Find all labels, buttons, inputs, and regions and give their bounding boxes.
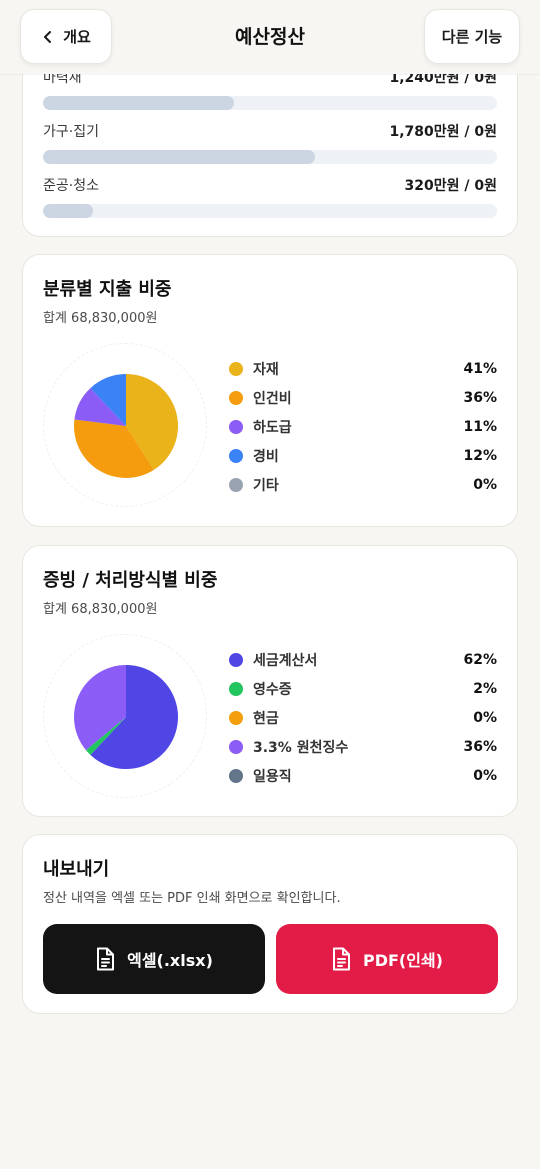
legend-label: 세금계산서	[253, 652, 318, 669]
legend-label: 3.3% 원천징수	[253, 739, 349, 756]
pie-chart	[43, 634, 207, 798]
legend-color-dot	[229, 710, 243, 725]
category-share-card: 분류별 지출 비중 합계 68,830,000원 자재 41% 인건비 36% 하도급 1…	[22, 254, 518, 527]
export-xlsx-button[interactable]: 엑셀(.xlsx)	[43, 924, 265, 994]
total-amount: 합계 68,830,000원	[43, 602, 158, 617]
legend-item: 인건비 36%	[229, 383, 497, 412]
budget-item-value: 320만원 / 0원	[404, 178, 497, 194]
budget-row: 준공·청소 320만원 / 0원	[43, 175, 497, 218]
legend-percent: 11%	[463, 418, 497, 435]
legend-color-dot	[229, 768, 243, 783]
legend-label: 기타	[253, 477, 279, 494]
budget-item-name: 가구·집기	[43, 124, 99, 140]
pie-chart	[43, 343, 207, 507]
legend-color-dot	[229, 419, 243, 434]
export-xlsx-label: 엑셀(.xlsx)	[127, 951, 213, 970]
legend-color-dot	[229, 652, 243, 667]
card-title: 내보내기	[43, 859, 110, 880]
pie-chart-svg	[74, 665, 178, 769]
legend-percent: 0%	[473, 709, 497, 726]
pie-legend: 세금계산서 62% 영수증 2% 현금 0% 3.3% 원천징수 36% 일용직 0%	[229, 645, 497, 790]
legend-color-dot	[229, 739, 243, 754]
legend-color-dot	[229, 390, 243, 405]
legend-item: 세금계산서 62%	[229, 645, 497, 674]
export-pdf-button[interactable]: PDF(인쇄)	[276, 924, 498, 994]
budget-row: 가구·집기 1,780만원 / 0원	[43, 121, 497, 164]
budget-progress-fill	[43, 96, 234, 110]
total-amount: 합계 68,830,000원	[43, 311, 158, 326]
legend-item: 기타 0%	[229, 470, 497, 499]
export-card: 내보내기 정산 내역을 엑셀 또는 PDF 인쇄 화면으로 확인합니다. 엑셀(…	[22, 834, 518, 1014]
export-description: 정산 내역을 엑셀 또는 PDF 인쇄 화면으로 확인합니다.	[43, 891, 341, 906]
legend-percent: 0%	[473, 476, 497, 493]
legend-item: 경비 12%	[229, 441, 497, 470]
legend-item: 하도급 11%	[229, 412, 497, 441]
legend-label: 하도급	[253, 419, 292, 436]
legend-color-dot	[229, 477, 243, 492]
legend-percent: 2%	[473, 680, 497, 697]
budget-progress-track	[43, 204, 497, 218]
legend-percent: 36%	[463, 738, 497, 755]
document-icon	[332, 947, 350, 971]
legend-percent: 62%	[463, 651, 497, 668]
legend-item: 자재 41%	[229, 354, 497, 383]
legend-item: 영수증 2%	[229, 674, 497, 703]
export-pdf-label: PDF(인쇄)	[362, 951, 443, 970]
pie-chart-svg	[74, 374, 178, 478]
legend-label: 현금	[253, 710, 279, 727]
top-bar: 개요 예산정산 다른 기능	[0, 0, 540, 74]
budget-progress-fill	[43, 204, 93, 218]
legend-color-dot	[229, 448, 243, 463]
legend-percent: 0%	[473, 767, 497, 784]
more-features-button[interactable]: 다른 기능	[424, 9, 520, 64]
pie-legend: 자재 41% 인건비 36% 하도급 11% 경비 12% 기타 0%	[229, 354, 497, 499]
legend-percent: 36%	[463, 389, 497, 406]
card-title: 분류별 지출 비중	[43, 279, 172, 300]
legend-label: 일용직	[253, 768, 292, 785]
legend-percent: 12%	[463, 447, 497, 464]
budget-progress-track	[43, 150, 497, 164]
card-title: 증빙 / 처리방식별 비중	[43, 570, 218, 591]
legend-label: 인건비	[253, 390, 292, 407]
legend-color-dot	[229, 681, 243, 696]
budget-progress-track	[43, 96, 497, 110]
budget-item-name: 준공·청소	[43, 178, 99, 194]
document-icon	[97, 947, 115, 971]
budget-item-value: 1,780만원 / 0원	[389, 124, 497, 140]
method-share-card: 증빙 / 처리방식별 비중 합계 68,830,000원 세금계산서 62% 영수증…	[22, 545, 518, 817]
legend-item: 일용직 0%	[229, 761, 497, 790]
legend-item: 현금 0%	[229, 703, 497, 732]
budget-progress-fill	[43, 150, 316, 164]
legend-percent: 41%	[463, 360, 497, 377]
legend-label: 경비	[253, 448, 279, 465]
legend-color-dot	[229, 361, 243, 376]
legend-item: 3.3% 원천징수 36%	[229, 732, 497, 761]
legend-label: 영수증	[253, 681, 292, 698]
legend-label: 자재	[253, 361, 279, 378]
